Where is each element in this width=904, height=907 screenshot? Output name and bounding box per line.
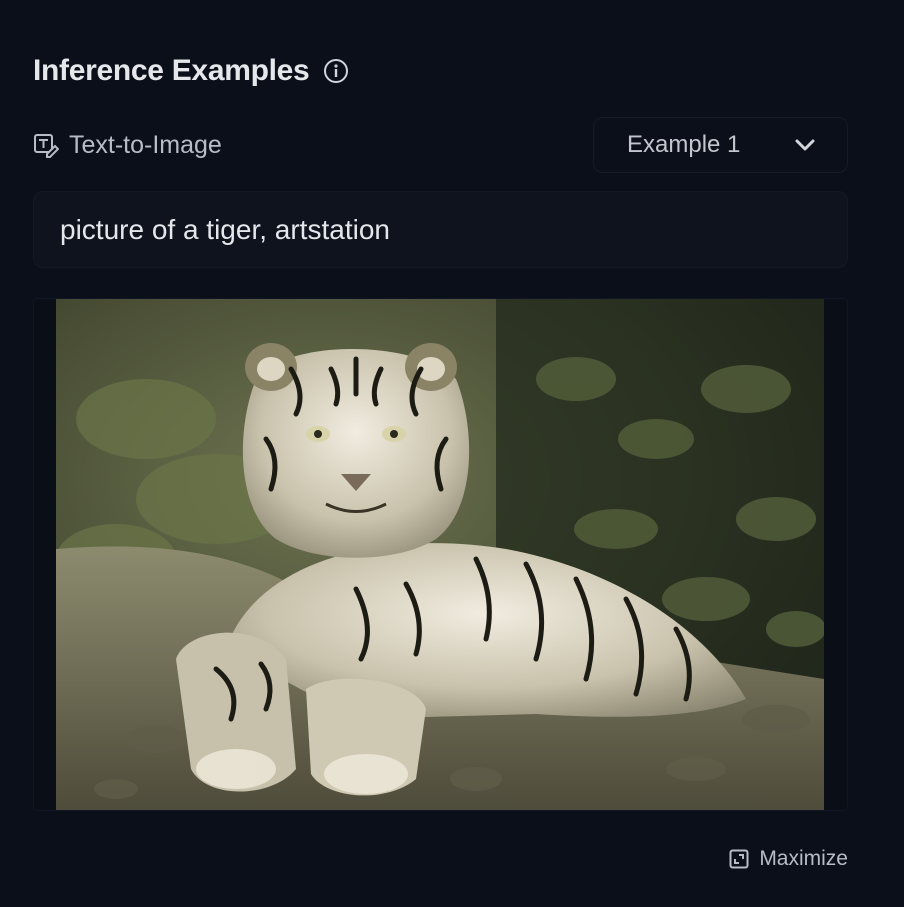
generated-image bbox=[56, 299, 824, 810]
maximize-label: Maximize bbox=[759, 847, 848, 870]
inference-widget: Inference Examples Text-to-Image Example… bbox=[33, 48, 848, 871]
task-type: Text-to-Image bbox=[33, 131, 222, 160]
maximize-button[interactable]: Maximize bbox=[729, 847, 848, 871]
widget-title: Inference Examples bbox=[33, 54, 310, 87]
prompt-input[interactable]: picture of a tiger, artstation bbox=[33, 191, 848, 268]
info-circle-icon[interactable] bbox=[323, 58, 349, 84]
task-label: Text-to-Image bbox=[69, 130, 222, 159]
example-select-value: Example 1 bbox=[627, 131, 741, 158]
output-panel bbox=[33, 298, 848, 811]
example-select[interactable]: Example 1 bbox=[593, 117, 848, 173]
widget-header: Inference Examples bbox=[33, 48, 848, 94]
prompt-text: picture of a tiger, artstation bbox=[60, 213, 390, 245]
chevron-down-icon bbox=[793, 133, 817, 157]
text-to-image-icon bbox=[33, 132, 59, 158]
maximize-icon bbox=[729, 849, 749, 869]
widget-footer: Maximize bbox=[33, 847, 848, 871]
widget-toolbar: Text-to-Image Example 1 bbox=[33, 117, 848, 173]
